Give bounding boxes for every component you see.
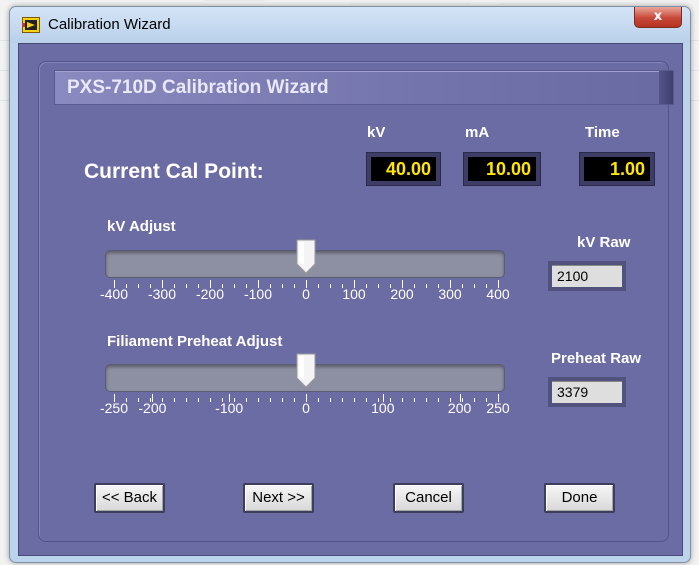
kv_slider-minor-tick [426, 284, 427, 288]
kv_slider-minor-tick [282, 284, 283, 288]
kv_slider-tick-label: 400 [486, 286, 510, 302]
preheat_slider-tick-label: 200 [447, 400, 472, 416]
time-value: 1.00 [584, 157, 650, 181]
kv_slider-tick-label: 0 [302, 286, 310, 302]
kv-adjust-scale: -400 -300 -200 -100 0 100 200 300 400 [100, 280, 510, 302]
kv_slider-tick-label: 200 [390, 286, 414, 302]
time-column-label: Time [585, 124, 620, 141]
kv_slider-minor-tick [378, 284, 379, 288]
kv-column-label: kV [367, 124, 386, 141]
preheat_slider-minor-tick [270, 398, 271, 402]
preheat_slider-minor-tick [318, 398, 319, 402]
preheat_slider-tick-label: -250 [99, 400, 129, 416]
kv_slider-tick-label: -100 [243, 286, 273, 302]
kv_slider-tick-label: 300 [438, 286, 462, 302]
preheat_slider-minor-tick [210, 398, 211, 402]
preheat_slider-minor-tick [282, 398, 283, 402]
ma-column-label: mA [465, 124, 490, 141]
preheat_slider-tick-label: 0 [302, 400, 310, 416]
wizard-heading: PXS-710D Calibration Wizard [67, 77, 329, 98]
kv-raw-field: 2100 [548, 261, 626, 291]
preheat-adjust-scale: -250 -200 -100 0 100 200 250 [100, 394, 510, 416]
preheat-adjust-label: Filiament Preheat Adjust [107, 333, 283, 350]
kv_slider-minor-tick [318, 284, 319, 288]
kv-adjust-slider-thumb[interactable] [295, 238, 317, 274]
preheat_slider-tick-label: -100 [215, 400, 244, 416]
close-icon: x [653, 9, 663, 24]
kv_slider-tick-label: 100 [342, 286, 366, 302]
preheat_slider-minor-tick [414, 398, 415, 402]
ma-value: 10.00 [468, 157, 536, 181]
preheat_slider-minor-tick [426, 398, 427, 402]
preheat_slider-minor-tick [342, 398, 343, 402]
preheat_slider-minor-tick [258, 398, 259, 402]
cancel-button[interactable]: Cancel [393, 483, 464, 513]
done-button[interactable]: Done [544, 483, 615, 513]
kv-raw-label: kV Raw [577, 234, 631, 251]
labview-icon [22, 17, 40, 33]
title-bar[interactable]: Calibration Wizard x [10, 7, 690, 43]
kv-display: 40.00 [366, 152, 441, 186]
preheat_slider-minor-tick [438, 398, 439, 402]
ma-display: 10.00 [463, 152, 541, 186]
kv_slider-minor-tick [330, 284, 331, 288]
preheat_slider-minor-tick [474, 398, 475, 402]
preheat-raw-field: 3379 [548, 377, 626, 407]
kv_slider-minor-tick [414, 284, 415, 288]
window-title: Calibration Wizard [48, 16, 171, 33]
preheat-adjust-slider-thumb[interactable] [295, 352, 317, 388]
current-cal-point-label: Current Cal Point: [84, 160, 264, 183]
preheat_slider-minor-tick [330, 398, 331, 402]
close-button[interactable]: x [634, 7, 682, 28]
back-button[interactable]: << Back [94, 483, 165, 513]
kv_slider-tick-label: -200 [195, 286, 225, 302]
kv_slider-minor-tick [366, 284, 367, 288]
preheat_slider-minor-tick [366, 398, 367, 402]
kv-raw-value: 2100 [552, 265, 622, 287]
preheat_slider-tick-label: 100 [371, 400, 395, 416]
preheat_slider-minor-tick [174, 398, 175, 402]
preheat_slider-tick-label: 250 [486, 400, 510, 416]
preheat-raw-label: Preheat Raw [551, 350, 642, 367]
kv_slider-minor-tick [234, 284, 235, 288]
preheat_slider-tick-label: -200 [138, 400, 167, 416]
next-button[interactable]: Next >> [243, 483, 314, 513]
preheat_slider-minor-tick [294, 398, 295, 402]
kv_slider-tick-label: -300 [147, 286, 177, 302]
preheat_slider-minor-tick [246, 398, 247, 402]
kv_slider-minor-tick [186, 284, 187, 288]
wizard-panel: PXS-710D Calibration Wizard kV mA Time C… [18, 43, 683, 556]
kv_slider-minor-tick [294, 284, 295, 288]
kv_slider-minor-tick [474, 284, 475, 288]
preheat_slider-minor-tick [186, 398, 187, 402]
kv_slider-tick-label: -400 [99, 286, 129, 302]
kv_slider-minor-tick [138, 284, 139, 288]
time-display: 1.00 [579, 152, 655, 186]
kv_slider-minor-tick [462, 284, 463, 288]
preheat_slider-minor-tick [354, 398, 355, 402]
preheat_slider-minor-tick [198, 398, 199, 402]
header-bar: PXS-710D Calibration Wizard [54, 70, 674, 105]
preheat-raw-value: 3379 [552, 381, 622, 403]
kv-adjust-label: kV Adjust [107, 218, 176, 235]
preheat_slider-minor-tick [402, 398, 403, 402]
kv-value: 40.00 [371, 157, 436, 181]
calibration-wizard-window: Calibration Wizard x PXS-710D Calibratio… [9, 6, 691, 563]
